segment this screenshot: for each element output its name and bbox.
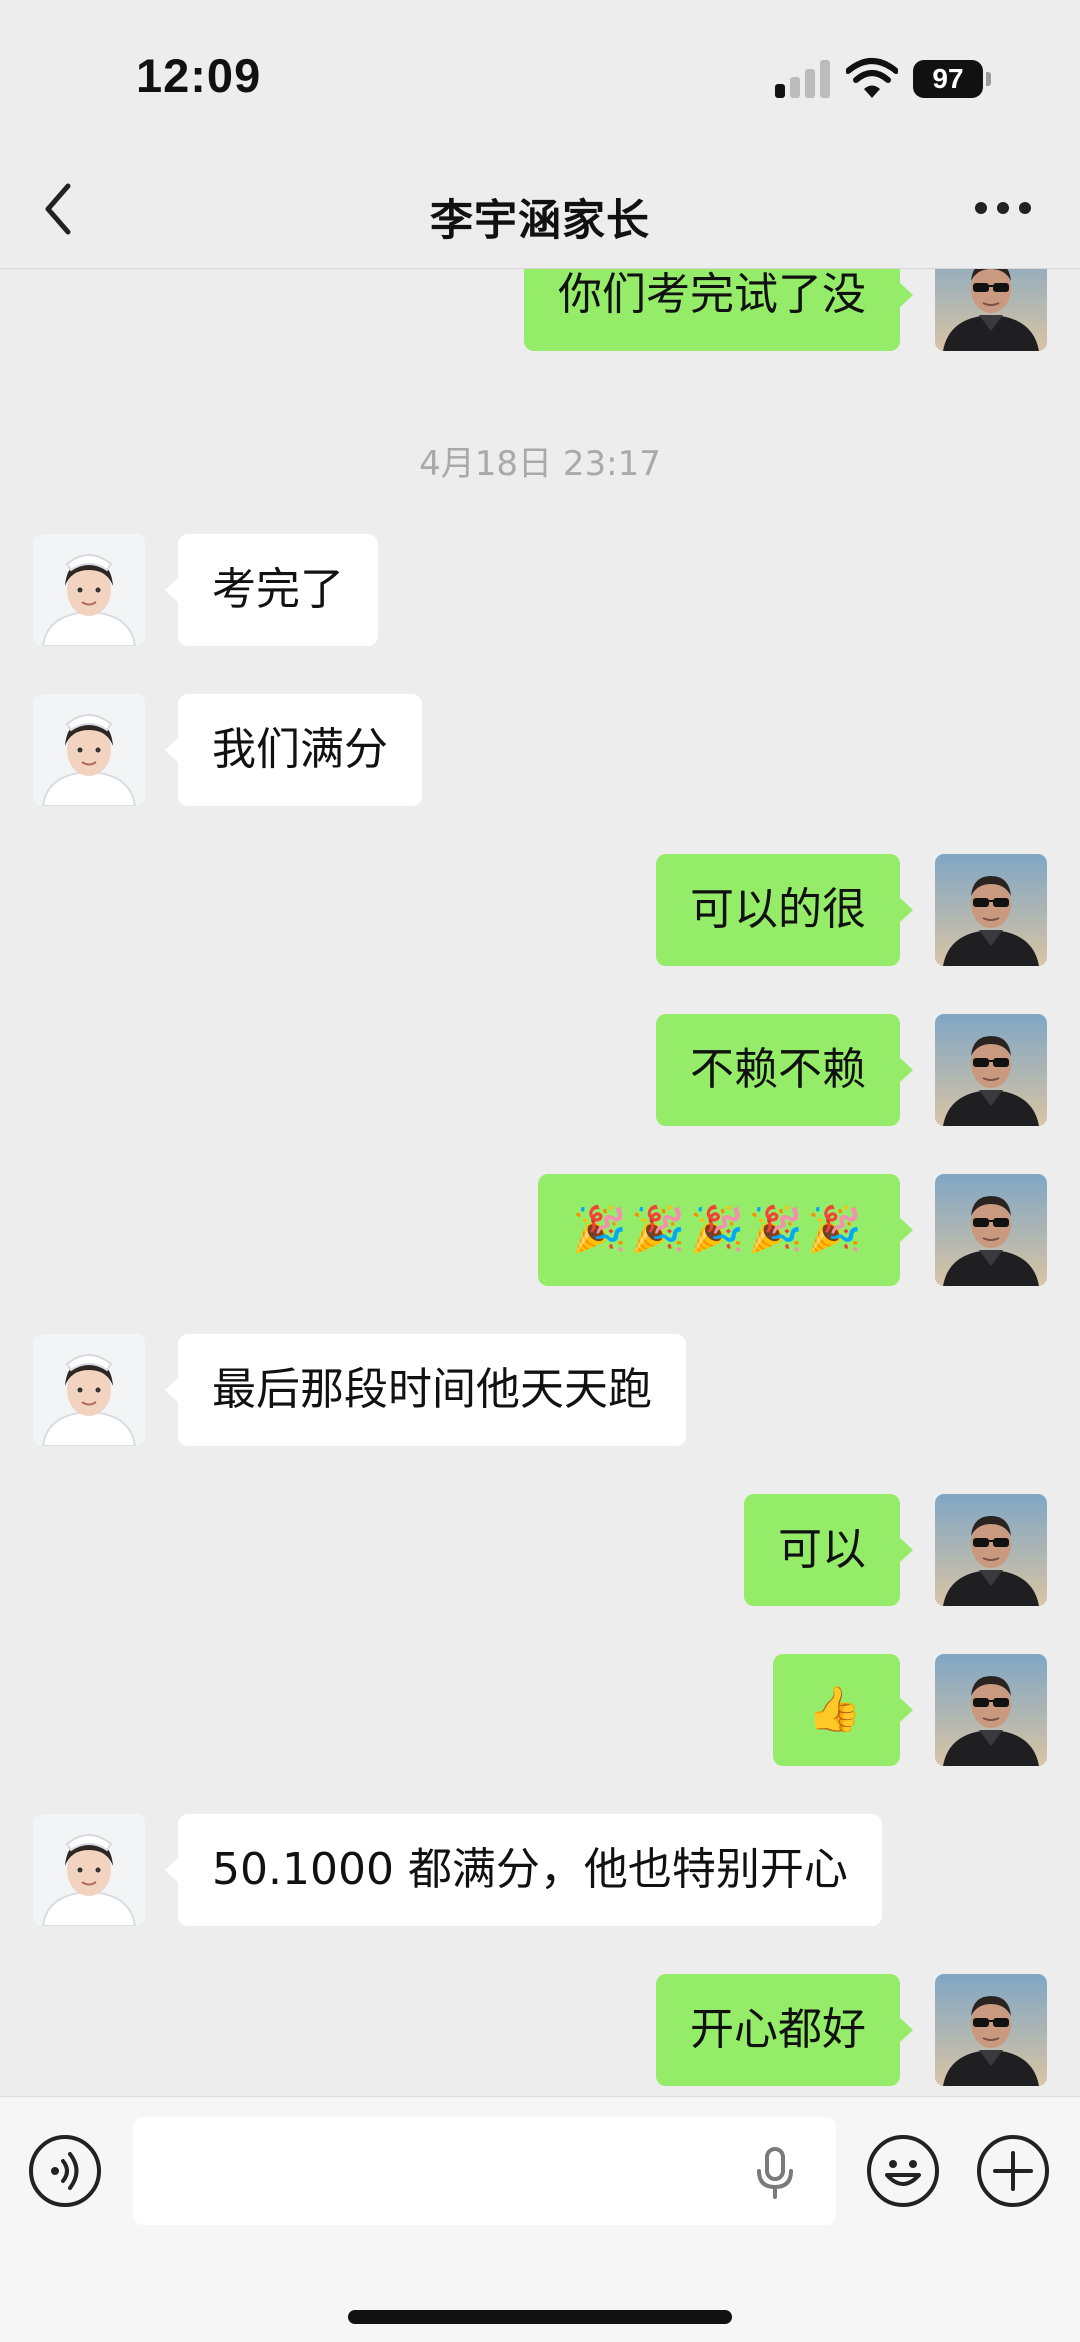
- microphone-icon[interactable]: [753, 2147, 797, 2199]
- my-avatar[interactable]: [935, 269, 1047, 351]
- input-bar: [0, 2096, 1080, 2342]
- sent-message: 开心都好: [0, 1974, 1080, 2086]
- message-bubble[interactable]: 考完了: [165, 534, 378, 646]
- status-time: 12:09: [136, 49, 262, 102]
- message-timestamp: 4月18日 23:17: [419, 444, 661, 484]
- wifi-icon: [846, 58, 898, 98]
- sent-message: 🎉🎉🎉🎉🎉: [0, 1174, 1080, 1286]
- message-bubble[interactable]: 可以: [744, 1494, 913, 1606]
- emoji-face-icon[interactable]: [867, 2135, 939, 2207]
- message-bubble[interactable]: 开心都好: [656, 1974, 913, 2086]
- message-bubble[interactable]: 可以的很: [656, 854, 913, 966]
- received-message: 考完了: [0, 534, 1080, 646]
- sent-message: 不赖不赖: [0, 1014, 1080, 1126]
- my-avatar[interactable]: [935, 854, 1047, 966]
- cellular-signal-icon: [775, 60, 831, 98]
- chat-header: 李宇涵家长: [0, 150, 1080, 269]
- message-bubble[interactable]: 👍: [773, 1654, 913, 1766]
- battery-tip: [986, 72, 991, 86]
- contact-avatar[interactable]: [33, 1334, 145, 1446]
- my-avatar[interactable]: [935, 1974, 1047, 2086]
- received-message: 最后那段时间他天天跑: [0, 1334, 1080, 1446]
- sent-message: 可以的很: [0, 854, 1080, 966]
- message-bubble[interactable]: 你们考完试了没: [524, 269, 913, 351]
- my-avatar[interactable]: [935, 1174, 1047, 1286]
- voice-mode-icon[interactable]: [29, 2135, 101, 2207]
- battery-indicator: 97: [913, 60, 983, 98]
- message-list[interactable]: 4月18日 23:17 你们考完试了没考完了我们满分可以的很不赖不赖 🎉🎉🎉🎉🎉 最…: [0, 269, 1080, 2095]
- received-message: 我们满分: [0, 694, 1080, 806]
- plus-circle-icon[interactable]: [977, 2135, 1049, 2207]
- home-indicator: [348, 2310, 732, 2324]
- contact-avatar[interactable]: [33, 1814, 145, 1926]
- my-avatar[interactable]: [935, 1654, 1047, 1766]
- message-bubble[interactable]: 最后那段时间他天天跑: [165, 1334, 686, 1446]
- contact-avatar[interactable]: [33, 534, 145, 646]
- sent-message: 你们考完试了没: [0, 269, 1080, 351]
- message-bubble[interactable]: 50.1000 都满分，他也特别开心: [165, 1814, 882, 1926]
- received-message: 50.1000 都满分，他也特别开心: [0, 1814, 1080, 1926]
- contact-avatar[interactable]: [33, 694, 145, 806]
- status-bar: 12:09 97: [0, 0, 1080, 150]
- more-dots-icon[interactable]: [975, 202, 1031, 216]
- my-avatar[interactable]: [935, 1494, 1047, 1606]
- sent-message: 👍: [0, 1654, 1080, 1766]
- message-bubble[interactable]: 🎉🎉🎉🎉🎉: [538, 1174, 913, 1286]
- chat-title: 李宇涵家长: [430, 196, 650, 246]
- sent-message: 可以: [0, 1494, 1080, 1606]
- message-bubble[interactable]: 我们满分: [165, 694, 422, 806]
- my-avatar[interactable]: [935, 1014, 1047, 1126]
- message-input[interactable]: [133, 2117, 836, 2225]
- message-bubble[interactable]: 不赖不赖: [656, 1014, 913, 1126]
